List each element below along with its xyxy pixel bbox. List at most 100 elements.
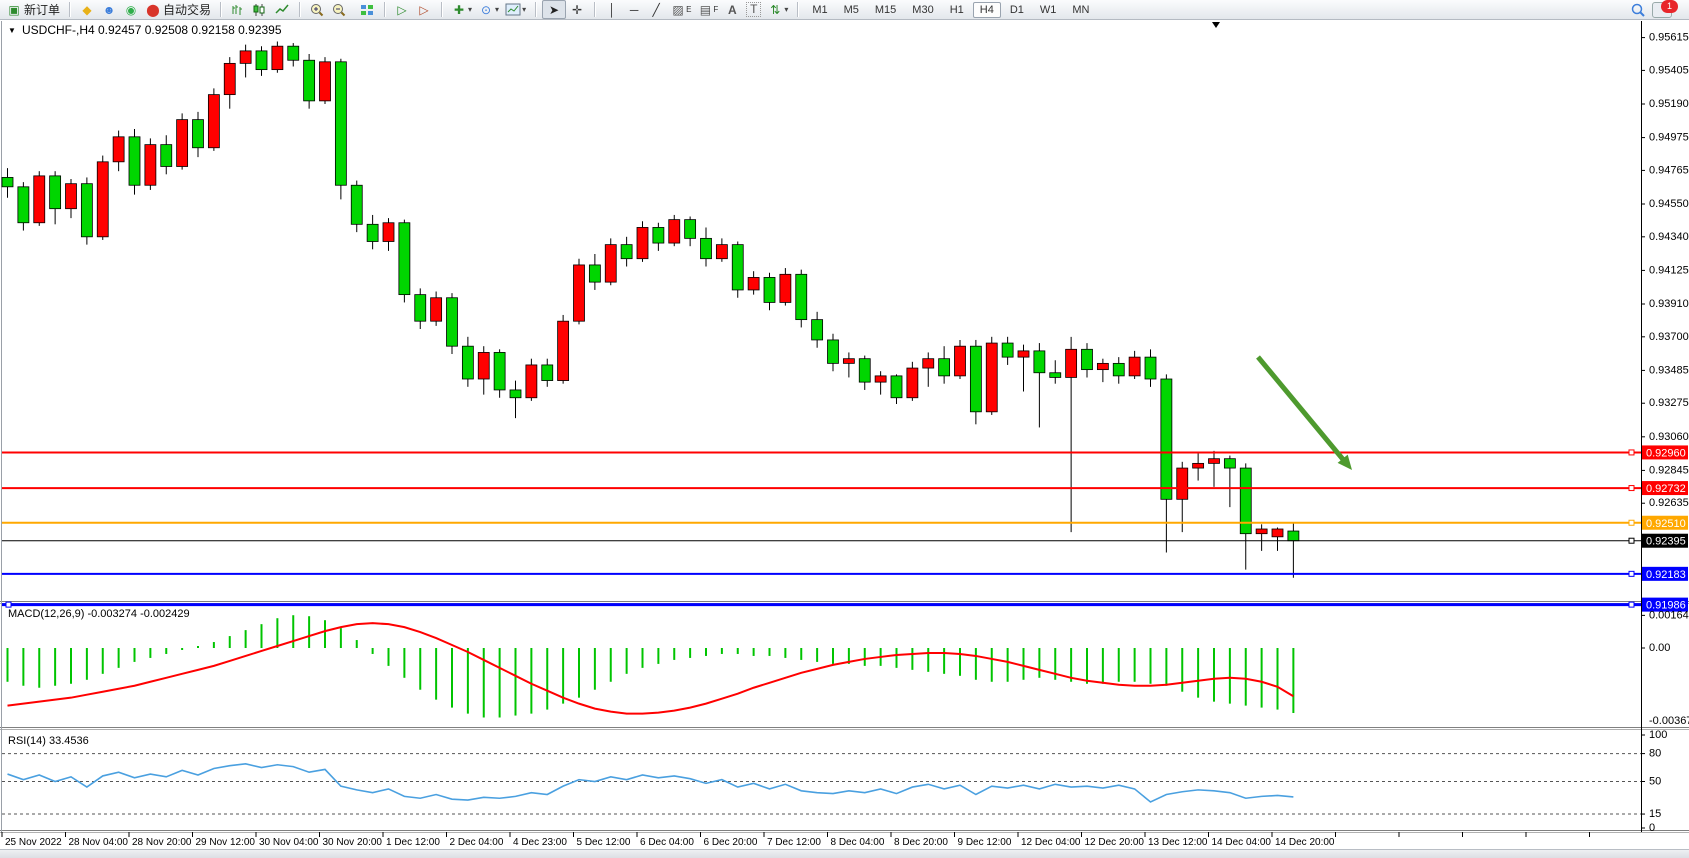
notifications-button[interactable]: 1 xyxy=(1649,1,1675,18)
window-resize-strip[interactable] xyxy=(0,849,1689,858)
svg-text:▼: ▼ xyxy=(8,26,16,35)
text-icon: A xyxy=(724,2,740,18)
svg-text:0.92395: 0.92395 xyxy=(1646,536,1686,548)
add-indicator-icon: ✚ xyxy=(451,2,467,18)
candlestick-chart-icon xyxy=(252,2,268,18)
svg-text:8 Dec 04:00: 8 Dec 04:00 xyxy=(831,837,885,848)
svg-text:0.92960: 0.92960 xyxy=(1646,447,1686,459)
svg-text:0.94975: 0.94975 xyxy=(1649,132,1689,144)
fibonacci-icon: ▤ xyxy=(697,2,713,18)
horizontal-line-icon: ─ xyxy=(626,2,642,18)
indicator-window-icon: ▷ xyxy=(394,2,410,18)
svg-text:0.93700: 0.93700 xyxy=(1649,331,1689,343)
fibonacci-tool-button[interactable]: ▤F xyxy=(694,1,721,18)
tab-timeframe-m1[interactable]: M1 xyxy=(805,2,834,18)
autotrade-label: 自动交易 xyxy=(163,1,211,18)
svg-text:9 Dec 12:00: 9 Dec 12:00 xyxy=(958,837,1012,848)
autotrade-button[interactable]: ⬤ 自动交易 xyxy=(142,1,214,18)
styles-icon: ◆ xyxy=(79,2,95,18)
hline-tool-button[interactable]: ─ xyxy=(623,1,645,18)
svg-text:5 Dec 12:00: 5 Dec 12:00 xyxy=(577,837,631,848)
zoom-out-icon xyxy=(331,2,347,18)
svg-text:MACD(12,26,9) -0.003274 -0.002: MACD(12,26,9) -0.003274 -0.002429 xyxy=(8,608,190,620)
search-button[interactable] xyxy=(1627,1,1649,18)
svg-text:-0.003674: -0.003674 xyxy=(1649,715,1689,727)
svg-text:28 Nov 20:00: 28 Nov 20:00 xyxy=(132,837,192,848)
svg-text:14 Dec 20:00: 14 Dec 20:00 xyxy=(1275,837,1335,848)
svg-text:100: 100 xyxy=(1649,729,1667,741)
chart-canvas[interactable]: 0.956150.954050.951900.949750.947650.945… xyxy=(0,20,1689,850)
svg-text:30 Nov 20:00: 30 Nov 20:00 xyxy=(323,837,383,848)
svg-text:28 Nov 04:00: 28 Nov 04:00 xyxy=(69,837,129,848)
label-tool-button[interactable]: T xyxy=(743,1,764,18)
svg-text:7 Dec 12:00: 7 Dec 12:00 xyxy=(767,837,821,848)
line-chart-button[interactable] xyxy=(271,1,293,18)
svg-text:0.94765: 0.94765 xyxy=(1649,164,1689,176)
tab-timeframe-d1[interactable]: D1 xyxy=(1003,2,1031,18)
zoom-in-button[interactable] xyxy=(306,1,328,18)
vline-tool-button[interactable]: │ xyxy=(601,1,623,18)
tab-timeframe-mn[interactable]: MN xyxy=(1065,2,1096,18)
svg-text:0.95405: 0.95405 xyxy=(1649,64,1689,76)
svg-text:1 Dec 12:00: 1 Dec 12:00 xyxy=(386,837,440,848)
chevron-down-icon: ▾ xyxy=(495,5,499,14)
trendline-tool-button[interactable]: ╱ xyxy=(645,1,667,18)
tab-timeframe-m15[interactable]: M15 xyxy=(868,2,903,18)
candlestick-chart-button[interactable] xyxy=(249,1,271,18)
cursor-icon: ➤ xyxy=(546,2,562,18)
bar-chart-button[interactable] xyxy=(227,1,249,18)
period-button[interactable]: ⊙▾ xyxy=(475,1,502,18)
svg-text:0.92635: 0.92635 xyxy=(1649,497,1689,509)
arrows-icon: ⇅ xyxy=(767,2,783,18)
template-button[interactable]: ▷ xyxy=(413,1,435,18)
tab-timeframe-h4[interactable]: H4 xyxy=(973,2,1001,18)
indicator-window-button[interactable]: ▷ xyxy=(391,1,413,18)
new-order-label: 新订单 xyxy=(24,1,60,18)
svg-text:0.93485: 0.93485 xyxy=(1649,364,1689,376)
text-tool-button[interactable]: A xyxy=(721,1,743,18)
tile-windows-button[interactable] xyxy=(356,1,378,18)
channel-tool-button[interactable]: ▨E xyxy=(667,1,694,18)
tab-timeframe-m5[interactable]: M5 xyxy=(837,2,866,18)
tab-timeframe-h1[interactable]: H1 xyxy=(943,2,971,18)
svg-text:50: 50 xyxy=(1649,776,1661,788)
community-button[interactable]: ☻ xyxy=(98,1,120,18)
add-indicator-button[interactable]: ✚▾ xyxy=(448,1,475,18)
svg-text:0.92183: 0.92183 xyxy=(1646,569,1686,581)
svg-text:0.95190: 0.95190 xyxy=(1649,98,1689,110)
notifications-icon: 1 xyxy=(1652,2,1672,18)
crosshair-tool-button[interactable]: ✛ xyxy=(566,1,588,18)
svg-text:14 Dec 04:00: 14 Dec 04:00 xyxy=(1212,837,1272,848)
styles-button[interactable]: ◆ xyxy=(76,1,98,18)
signals-button[interactable]: ◉ xyxy=(120,1,142,18)
search-icon xyxy=(1630,2,1646,18)
svg-text:0.92732: 0.92732 xyxy=(1646,483,1686,495)
svg-text:0.93275: 0.93275 xyxy=(1649,397,1689,409)
arrows-tool-button[interactable]: ⇅▾ xyxy=(764,1,791,18)
crosshair-icon: ✛ xyxy=(569,2,585,18)
svg-text:12 Dec 20:00: 12 Dec 20:00 xyxy=(1085,837,1145,848)
main-toolbar: ▣ 新订单 ◆ ☻ ◉ ⬤ 自动交易 xyxy=(0,0,1689,20)
new-order-button[interactable]: ▣ 新订单 xyxy=(3,1,63,18)
trendline-icon: ╱ xyxy=(648,2,664,18)
tab-timeframe-w1[interactable]: W1 xyxy=(1033,2,1064,18)
svg-text:12 Dec 04:00: 12 Dec 04:00 xyxy=(1021,837,1081,848)
line-chart-icon xyxy=(274,2,290,18)
svg-text:4 Dec 23:00: 4 Dec 23:00 xyxy=(513,837,567,848)
tile-windows-icon xyxy=(359,2,375,18)
zoom-out-button[interactable] xyxy=(328,1,350,18)
chart-window: 0.956150.954050.951900.949750.947650.945… xyxy=(0,20,1689,850)
tab-timeframe-m30[interactable]: M30 xyxy=(905,2,940,18)
svg-text:0.00: 0.00 xyxy=(1649,642,1670,654)
svg-text:6 Dec 04:00: 6 Dec 04:00 xyxy=(640,837,694,848)
timeframe-group: M1 M5 M15 M30 H1 H4 D1 W1 MN xyxy=(801,0,1100,19)
chart-template-select[interactable]: ▾ xyxy=(502,1,529,18)
svg-text:15: 15 xyxy=(1649,808,1661,820)
notification-count-badge: 1 xyxy=(1661,0,1678,13)
svg-text:0.92510: 0.92510 xyxy=(1646,518,1686,530)
svg-text:0.93910: 0.93910 xyxy=(1649,298,1689,310)
cursor-tool-button[interactable]: ➤ xyxy=(542,0,566,19)
autotrade-icon: ⬤ xyxy=(145,2,161,18)
svg-text:0.95615: 0.95615 xyxy=(1649,32,1689,44)
chevron-down-icon: ▾ xyxy=(522,5,526,14)
